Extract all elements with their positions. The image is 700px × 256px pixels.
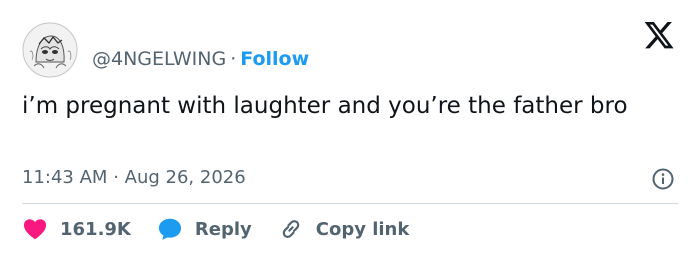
tweet-date: Aug 26, 2026 (124, 167, 246, 188)
reply-button[interactable]: Reply (157, 216, 252, 242)
author-handle[interactable]: @4NGELWING (92, 48, 226, 70)
timestamp-separator: · (113, 167, 119, 188)
tweet-card: @4NGELWING · Follow i’m pregnant with laug… (0, 0, 700, 256)
copy-link-button[interactable]: Copy link (278, 216, 410, 242)
speech-bubble-icon (157, 216, 183, 242)
tweet-text: i’m pregnant with laughter and you’re th… (22, 93, 628, 119)
reply-label: Reply (194, 218, 252, 240)
avatar[interactable] (22, 22, 78, 78)
header-separator: · (230, 48, 237, 70)
like-count: 161.9K (60, 218, 131, 240)
info-icon[interactable] (652, 168, 674, 190)
action-bar: 161.9K Reply Copy link (22, 214, 435, 244)
tweet-timestamp[interactable]: 11:43 AM · Aug 26, 2026 (22, 166, 246, 190)
tweet-time: 11:43 AM (22, 167, 108, 188)
x-logo-icon[interactable] (644, 22, 674, 49)
copy-link-label: Copy link (315, 218, 410, 240)
like-button[interactable]: 161.9K (22, 216, 131, 242)
heart-icon (22, 216, 48, 242)
follow-button[interactable]: Follow (240, 48, 309, 70)
divider (22, 203, 678, 204)
link-icon (278, 216, 304, 242)
tweet-header: @4NGELWING · Follow (92, 47, 309, 71)
